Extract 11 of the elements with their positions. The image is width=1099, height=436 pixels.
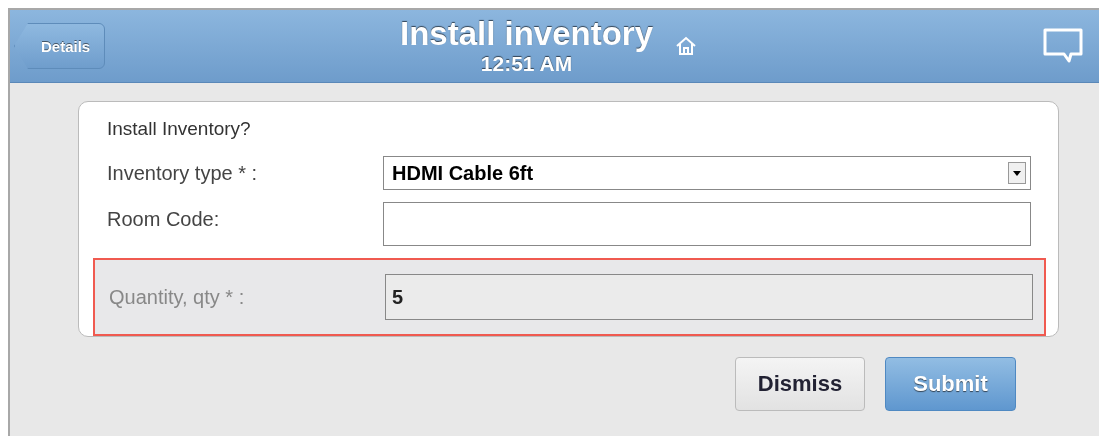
field-label: Room Code:: [107, 207, 221, 231]
question-text: Install Inventory?: [106, 118, 252, 141]
input-field[interactable]: [383, 202, 1031, 246]
page-title: Install inventory: [399, 16, 654, 52]
home-icon[interactable]: [675, 36, 698, 56]
chat-icon[interactable]: [1043, 28, 1083, 64]
field-label: Inventory type * :: [107, 161, 259, 185]
inventory-type-select[interactable]: HDMI Cable 6ft: [383, 156, 1031, 190]
time-text: 12:51 AM: [480, 52, 573, 76]
dismiss-button[interactable]: Dismiss: [735, 357, 865, 411]
field-label: Quantity, qty * :: [109, 285, 246, 309]
